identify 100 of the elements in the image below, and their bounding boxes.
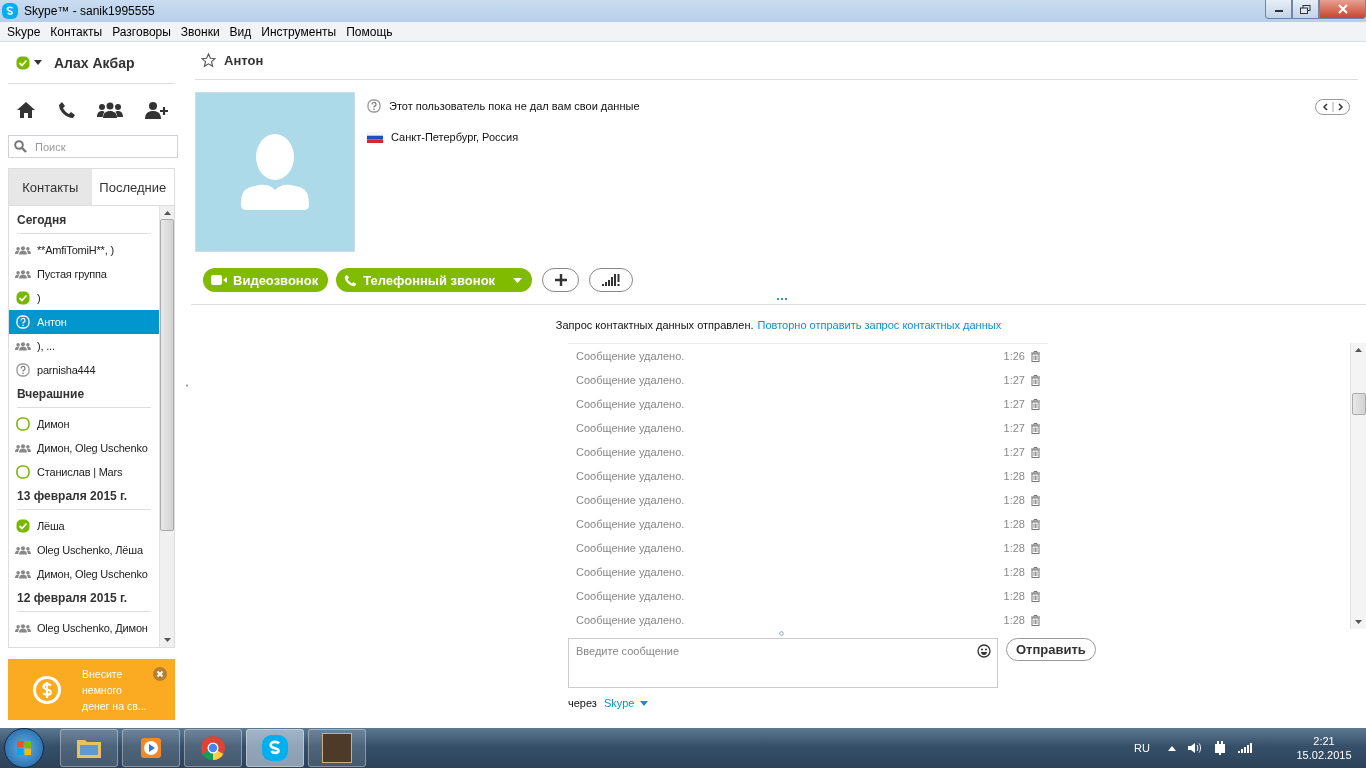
group-icon (15, 623, 31, 633)
search-field[interactable]: Поиск (8, 135, 178, 158)
star-icon[interactable] (201, 53, 216, 68)
send-button[interactable]: Отправить (1006, 638, 1096, 661)
online-status-icon (15, 519, 31, 533)
phone-icon[interactable] (57, 101, 76, 119)
resend-request-link[interactable]: Повторно отправить запрос контактных данных (757, 319, 1002, 331)
up-arrow-icon[interactable] (1168, 745, 1176, 751)
add-button[interactable] (542, 268, 580, 292)
scroll-down-icon[interactable] (1355, 620, 1362, 624)
scrollbar[interactable] (1350, 343, 1366, 629)
play-icon (140, 737, 162, 759)
message-text: Сообщение удалено. (576, 470, 685, 482)
add-contact-icon[interactable] (144, 101, 169, 119)
trash-icon[interactable] (1031, 614, 1040, 626)
trash-icon[interactable] (1031, 350, 1040, 362)
via-link[interactable]: Skype (603, 697, 635, 709)
taskbar-app[interactable] (184, 729, 242, 767)
trash-icon[interactable] (1031, 446, 1040, 458)
coin-icon (32, 674, 62, 705)
signal-icon[interactable] (1238, 743, 1252, 753)
scroll-up-icon[interactable] (163, 211, 171, 215)
video-camera-icon (211, 275, 227, 285)
message-text: Сообщение удалено. (576, 542, 685, 554)
minimize-button[interactable] (1265, 0, 1292, 19)
taskbar-app[interactable] (308, 729, 366, 767)
four-squares-icon (17, 741, 31, 755)
message-time: 1:28 (1003, 470, 1025, 482)
close-button[interactable] (1319, 0, 1366, 19)
message-text: Сообщение удалено. (576, 398, 685, 410)
trash-icon[interactable] (1031, 566, 1040, 578)
menu-item[interactable]: Контакты (45, 24, 108, 39)
scrollbar-thumb[interactable] (1351, 392, 1366, 415)
contact-row[interactable]: **AmfiTomiH**, ) (9, 238, 159, 262)
message-text: Сообщение удалено. (576, 614, 685, 626)
trash-icon[interactable] (1031, 470, 1040, 482)
menu-item[interactable]: Разговоры (107, 24, 176, 39)
trash-icon[interactable] (1031, 590, 1040, 602)
contact-row[interactable]: ) (9, 286, 159, 310)
taskbar-app[interactable] (122, 729, 180, 767)
trash-icon[interactable] (1031, 518, 1040, 530)
contact-row[interactable]: Димон (9, 412, 159, 436)
taskbar-app[interactable] (60, 729, 118, 767)
contact-row[interactable]: Oleg Uschenko, Лёша (9, 538, 159, 562)
call-quality-button[interactable] (589, 268, 634, 292)
volume-icon[interactable] (1188, 742, 1202, 754)
flag-icon (367, 131, 383, 143)
menu-item[interactable]: Помощь (341, 24, 398, 39)
section-heading: 13 февраля 2015 г. (17, 484, 151, 510)
resize-handle-icon[interactable] (777, 298, 787, 301)
contact-row[interactable]: Пустая группа (9, 262, 159, 286)
scrollbar-thumb[interactable] (160, 219, 174, 531)
contact-row[interactable]: parnisha444 (9, 358, 159, 382)
emoticon-icon[interactable] (977, 644, 991, 658)
maximize-button[interactable] (1292, 0, 1319, 19)
menu-item[interactable]: Вид (224, 24, 257, 39)
menu-item[interactable]: Звонки (175, 24, 225, 39)
trash-icon[interactable] (1031, 422, 1040, 434)
contact-row[interactable]: Станислав | Mars (9, 460, 159, 484)
contact-row[interactable]: Димон, Oleg Uschenko (9, 562, 159, 586)
trash-icon[interactable] (1031, 542, 1040, 554)
status-outline-icon (15, 465, 31, 479)
tab[interactable]: Контакты (9, 169, 92, 205)
scrollbar[interactable] (159, 206, 174, 647)
group-icon (15, 269, 31, 279)
home-icon[interactable] (16, 101, 36, 119)
menu-item[interactable]: Инструменты (256, 24, 342, 39)
trash-icon[interactable] (1031, 494, 1040, 506)
group-icon (15, 341, 31, 351)
skype-logo-icon (262, 735, 288, 761)
close-icon[interactable] (153, 667, 167, 681)
group-icon (15, 443, 31, 453)
clock-time[interactable]: 2:21 (1313, 734, 1335, 748)
plus-icon (554, 274, 567, 286)
close-icon (1336, 4, 1349, 14)
start-button[interactable] (4, 728, 44, 768)
signal-icon (602, 274, 621, 286)
scroll-up-icon[interactable] (1355, 348, 1362, 352)
contact-row[interactable]: ), ... (9, 334, 159, 358)
contact-row[interactable]: Oleg Uschenko, Димон (9, 616, 159, 640)
app-picture-placeholder (322, 733, 352, 763)
message-input[interactable]: Введите сообщение (568, 638, 998, 688)
message-time: 1:27 (1003, 446, 1025, 458)
group-icon[interactable] (97, 102, 124, 118)
skype-logo-icon (2, 3, 18, 19)
unknown-status-icon (367, 99, 381, 113)
caret-icon[interactable] (34, 60, 42, 65)
trash-icon[interactable] (1031, 398, 1040, 410)
phone-icon (344, 273, 358, 287)
menu-item[interactable]: Skype (2, 24, 46, 39)
message-time: 1:28 (1003, 590, 1025, 602)
clock-date[interactable]: 15.02.2015 (1296, 748, 1352, 762)
scroll-down-icon[interactable] (163, 638, 171, 642)
power-plug-icon[interactable] (1214, 741, 1226, 755)
trash-icon[interactable] (1031, 374, 1040, 386)
language-indicator[interactable]: RU (1134, 742, 1150, 754)
user-name[interactable]: Алах Акбар (54, 54, 135, 71)
contact-row[interactable]: Лёша (9, 514, 159, 538)
contact-row[interactable]: Димон, Oleg Uschenko (9, 436, 159, 460)
resize-handle-icon[interactable] (779, 631, 784, 636)
